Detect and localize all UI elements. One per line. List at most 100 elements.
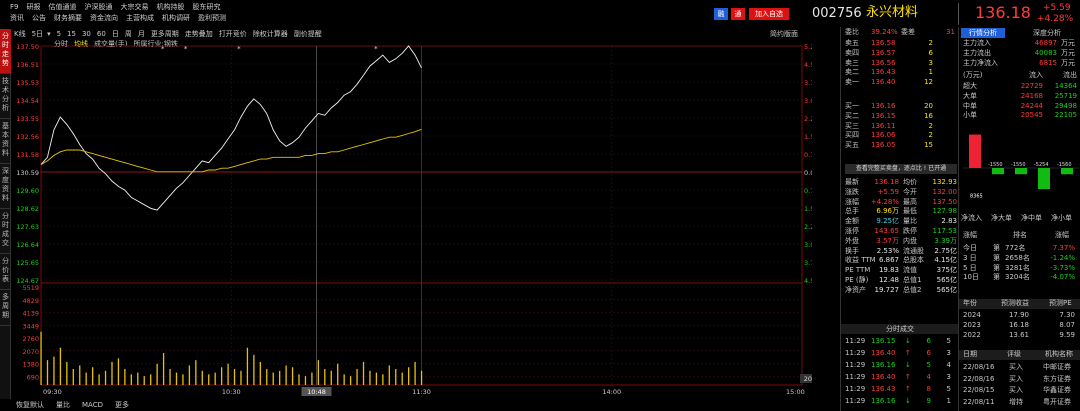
stat-label: 换手 bbox=[845, 246, 859, 255]
menu-business[interactable]: 主营构成 bbox=[126, 14, 154, 22]
toolbar-alert[interactable]: 副价提醒 bbox=[294, 30, 322, 38]
tong-button[interactable]: 通 bbox=[731, 8, 745, 20]
menu-institution[interactable]: 机构持股 bbox=[156, 3, 184, 11]
tab-volume-ratio[interactable]: 量比 bbox=[56, 401, 70, 409]
pct-tick-label: 3.02% bbox=[804, 97, 812, 105]
add-watchlist-button[interactable]: 加入自选 bbox=[749, 8, 789, 20]
toolbar-more-period[interactable]: 更多周期 bbox=[151, 30, 179, 38]
ticks-title: 分时成交 bbox=[841, 324, 959, 334]
timeshare-chart[interactable]: 137.50 5.29% 136.51 4.54% 135.53 3.78% 134.54 3… bbox=[12, 40, 812, 400]
price-tick-label: 134.54 bbox=[16, 97, 39, 105]
tick-count: 3 bbox=[946, 349, 951, 357]
toolbar-kline[interactable]: K线 bbox=[14, 30, 26, 38]
menu-notice[interactable]: 公告 bbox=[32, 14, 46, 22]
flow-label: 超大 bbox=[963, 82, 977, 90]
toolbar-5day[interactable]: 5日 bbox=[32, 30, 43, 38]
level-price: 136.40 bbox=[871, 78, 896, 87]
nav-ticks[interactable]: 分时成交 bbox=[0, 209, 11, 254]
layout-toggle[interactable]: 简约版面 bbox=[770, 31, 798, 38]
rating-org: 粤开证券 bbox=[1043, 397, 1071, 406]
menu-survey[interactable]: 机构调研 bbox=[162, 14, 190, 22]
buy-level-row: 买一 136.16 20 bbox=[841, 102, 958, 112]
event-marker-icon[interactable]: * bbox=[237, 45, 241, 53]
menu-valuation[interactable]: 估值通道 bbox=[48, 3, 76, 11]
rank-value: 3281名 bbox=[1005, 263, 1030, 272]
nav-price-table[interactable]: 分价表 bbox=[0, 254, 11, 290]
toolbar-60[interactable]: 60 bbox=[97, 30, 106, 38]
order-book: 委比 39.24% 委差 31 卖五 136.58 2 卖四 136.57 6 卖三 136.… bbox=[840, 27, 959, 411]
menu-news[interactable]: 资讯 bbox=[10, 14, 24, 22]
forecast-head: 年份 bbox=[963, 299, 977, 307]
menu-hk-connect[interactable]: 沪深股通 bbox=[84, 3, 112, 11]
flow-label: 主力流出 bbox=[963, 48, 991, 57]
toolbar-5[interactable]: 5 bbox=[57, 30, 61, 38]
event-marker-icon[interactable]: * bbox=[374, 45, 378, 53]
volume-tick-label: 1380 bbox=[22, 361, 39, 369]
nav-multi-period[interactable]: 多周期 bbox=[0, 290, 11, 326]
menu-finance[interactable]: 财务摘要 bbox=[54, 14, 82, 22]
menu-f9[interactable]: F9 bbox=[10, 3, 18, 11]
pct-tick-label: 0.76% bbox=[804, 187, 812, 195]
stat-row: 金额 9.25亿 量比 2.83 bbox=[841, 217, 958, 227]
stat-row: PE TTM 19.83 流值 375亿 bbox=[841, 266, 958, 276]
rong-button[interactable]: 融 bbox=[714, 8, 728, 20]
webi-value: 39.24% bbox=[871, 28, 898, 36]
tick-count: 5 bbox=[946, 385, 951, 393]
toolbar-15[interactable]: 15 bbox=[67, 30, 76, 38]
full-book-banner[interactable]: 查看完整买卖盘，逐点比 ! 已开通 bbox=[845, 164, 957, 174]
tab-reset[interactable]: 恢复默认 bbox=[16, 401, 44, 409]
volume-bar bbox=[343, 374, 345, 385]
toolbar-auction[interactable]: 打开竞价 bbox=[219, 30, 247, 38]
toolbar-month[interactable]: 月 bbox=[138, 30, 145, 38]
event-marker-icon[interactable]: * bbox=[161, 45, 165, 53]
tick-volume: 4 bbox=[926, 373, 931, 381]
tab-deep-analysis[interactable]: 深度分析 bbox=[1025, 28, 1069, 38]
rating-value: 增持 bbox=[1009, 397, 1023, 406]
event-marker-icon[interactable]: * bbox=[184, 45, 188, 53]
toolbar-dropdown-icon[interactable]: ▾ bbox=[47, 30, 51, 38]
nav-technical[interactable]: 技术分析 bbox=[0, 74, 11, 119]
flow-unit: 万元 bbox=[1061, 58, 1075, 67]
volume-bar bbox=[382, 374, 384, 385]
nav-deep[interactable]: 深度资料 bbox=[0, 164, 11, 209]
tab-market-analysis[interactable]: 行情分析 bbox=[961, 28, 1005, 38]
tick-volume: 9 bbox=[926, 397, 931, 405]
stat-value: 132.93 bbox=[932, 178, 958, 186]
flow-label: 主力净流入 bbox=[963, 58, 998, 67]
stock-price: 136.18 bbox=[975, 3, 1031, 22]
toolbar-week[interactable]: 周 bbox=[125, 30, 132, 38]
stat-label: 涨停 bbox=[845, 227, 859, 235]
nav-timeshare[interactable]: 分时走势 bbox=[0, 29, 11, 74]
volume-bar bbox=[408, 367, 410, 385]
forecast-eps: 16.18 bbox=[1008, 320, 1029, 329]
price-tick-label: 127.63 bbox=[16, 223, 39, 231]
flow-in: 20545 bbox=[1020, 111, 1043, 120]
stock-code: 002756 bbox=[812, 6, 862, 21]
stock-pct: +4.28% bbox=[1037, 14, 1074, 24]
volume-bar bbox=[162, 353, 165, 385]
toolbar-exright[interactable]: 除权计算器 bbox=[253, 30, 288, 38]
rank-head: 排名 bbox=[1013, 231, 1027, 239]
volume-bar bbox=[362, 361, 365, 385]
level-label: 卖二 bbox=[845, 68, 859, 77]
menu-block-trade[interactable]: 大宗交易 bbox=[120, 3, 148, 11]
tick-row: 11:29 136.40 ↑ 4 3 bbox=[841, 373, 958, 383]
tab-macd[interactable]: MACD bbox=[82, 401, 103, 409]
tick-price: 136.16 bbox=[871, 361, 896, 369]
stat-value: 19.83 bbox=[878, 266, 899, 275]
menu-fund-flow[interactable]: 资金流向 bbox=[90, 14, 118, 22]
flow-label: 主力流入 bbox=[963, 39, 991, 47]
toolbar-overlay[interactable]: 走势叠加 bbox=[185, 30, 213, 38]
stat-value: 6.96万 bbox=[876, 207, 899, 216]
menu-shareholder[interactable]: 股东研究 bbox=[192, 3, 220, 11]
flow-in: 22729 bbox=[1020, 82, 1043, 90]
menu-forecast[interactable]: 盈利预测 bbox=[198, 14, 226, 22]
volume-bar bbox=[266, 369, 268, 385]
menu-research[interactable]: 研报 bbox=[26, 3, 40, 11]
nav-basic[interactable]: 基本资料 bbox=[0, 119, 11, 164]
tab-more[interactable]: 更多 bbox=[115, 401, 129, 409]
stat-value: 137.50 bbox=[932, 197, 958, 206]
toolbar-day[interactable]: 日 bbox=[112, 30, 119, 38]
volume-bar bbox=[369, 370, 371, 385]
toolbar-30[interactable]: 30 bbox=[82, 30, 91, 38]
